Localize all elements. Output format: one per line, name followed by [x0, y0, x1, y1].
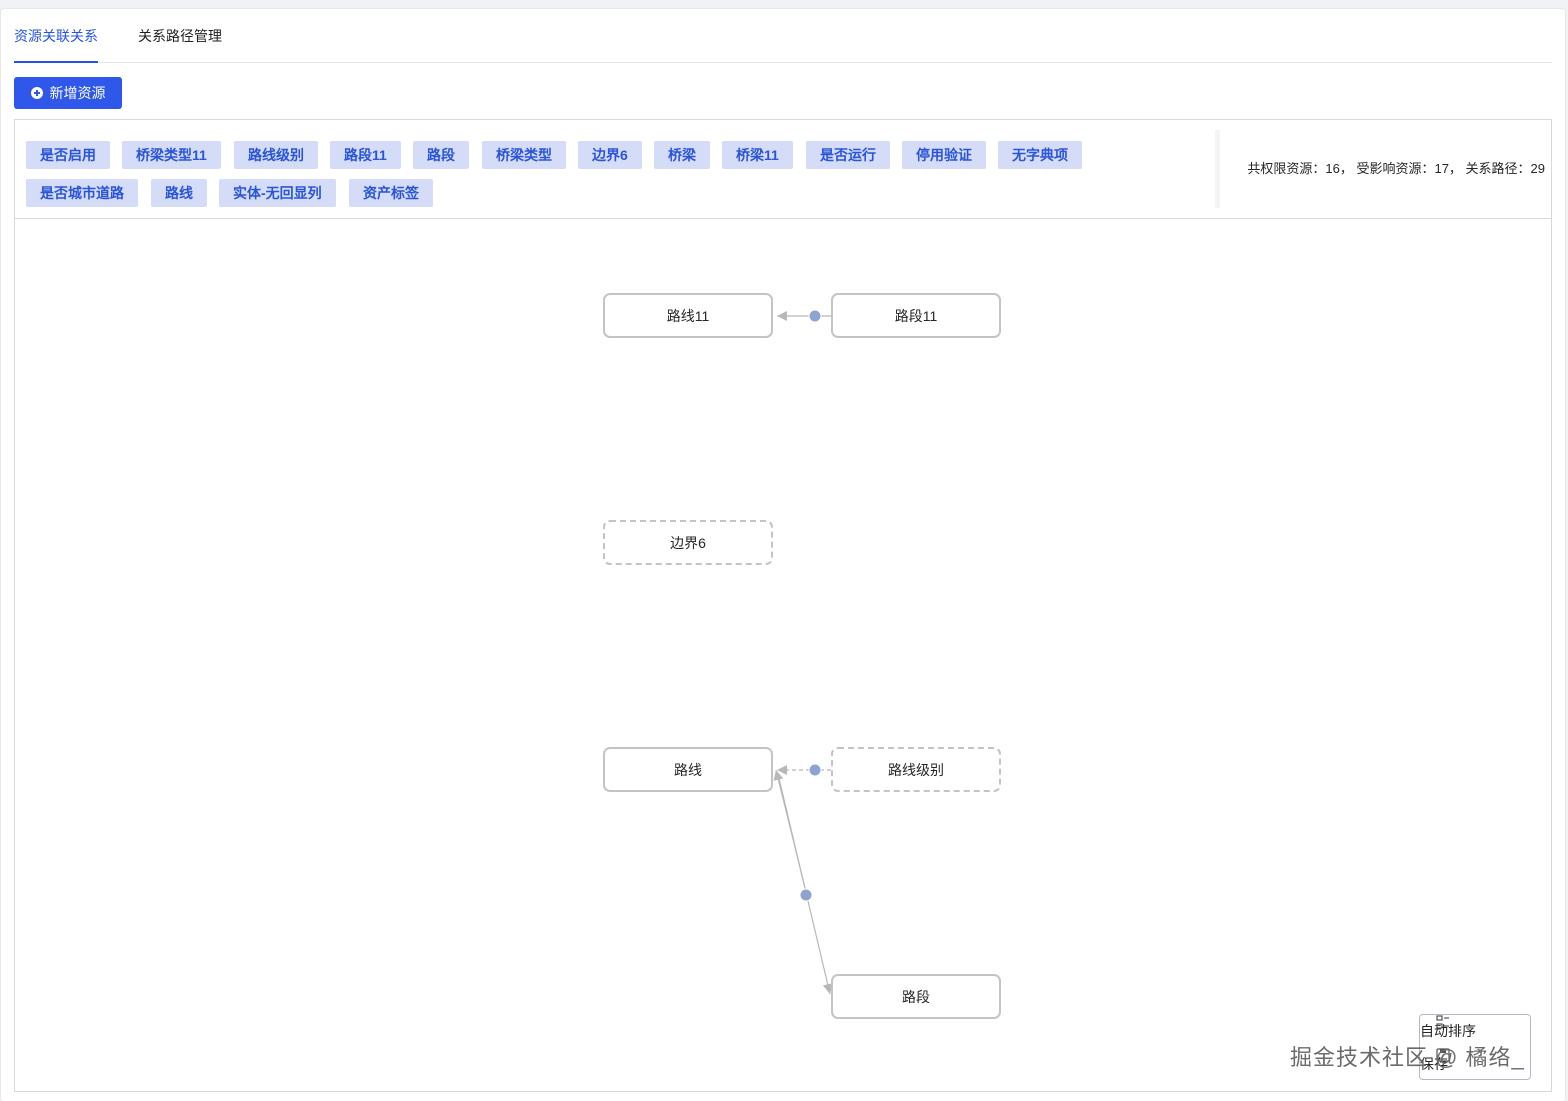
watermark-text: 掘金技术社区 @ 橘络_: [1290, 1045, 1525, 1070]
stats-divider: [1215, 130, 1220, 208]
relation-panel: 是否启用 桥梁类型11 路线级别 路段11 路段 桥梁类型 边界6 桥梁 桥梁1…: [14, 119, 1552, 1092]
edge-handle-icon[interactable]: [808, 309, 822, 323]
node-label: 路线: [674, 761, 702, 778]
stats-summary: 共权限资源：16， 受影响资源：17， 关系路径：29: [1247, 161, 1545, 176]
plus-circle-icon: [30, 87, 43, 99]
graph-node[interactable]: 路线级别: [831, 747, 1001, 792]
add-resource-label: 新增资源: [49, 85, 106, 101]
resource-tag[interactable]: 桥梁类型11: [122, 141, 221, 169]
resource-tag[interactable]: 路段: [413, 141, 469, 169]
resource-tag[interactable]: 无字典项: [998, 141, 1082, 169]
resource-tag[interactable]: 路线级别: [234, 141, 318, 169]
resource-tag[interactable]: 桥梁: [654, 141, 710, 169]
graph-node[interactable]: 路段11: [831, 293, 1001, 338]
node-label: 路段: [902, 988, 930, 1005]
resource-tag[interactable]: 是否城市道路: [26, 179, 138, 207]
tab-resource-relations[interactable]: 资源关联关系: [14, 22, 98, 63]
relation-graph-canvas[interactable]: 路线11 路段11 边界6 路线 路线级别 路段 自动排序 保存: [15, 218, 1551, 1091]
resource-tag[interactable]: 边界6: [578, 141, 642, 169]
graph-edge-arrow-back: [773, 769, 806, 889]
layout-icon: [1436, 1015, 1449, 1029]
add-resource-button[interactable]: 新增资源: [14, 77, 122, 109]
edge-handle-icon[interactable]: [808, 763, 822, 777]
graph-node[interactable]: 路线11: [603, 293, 773, 338]
resource-tag[interactable]: 是否启用: [26, 141, 110, 169]
graph-edges: [773, 309, 833, 995]
edge-handle-icon[interactable]: [799, 888, 813, 902]
resource-tag-bar: 是否启用 桥梁类型11 路线级别 路段11 路段 桥梁类型 边界6 桥梁 桥梁1…: [15, 120, 1551, 219]
node-label: 路线11: [666, 307, 710, 324]
resource-tag[interactable]: 桥梁类型: [482, 141, 566, 169]
resource-tag[interactable]: 停用验证: [902, 141, 986, 169]
graph-node[interactable]: 路线: [603, 747, 773, 792]
resource-tag[interactable]: 路线: [151, 179, 207, 207]
resource-tag[interactable]: 是否运行: [806, 141, 890, 169]
resource-tag[interactable]: 桥梁11: [722, 141, 793, 169]
resource-tag[interactable]: 实体-无回显列: [219, 179, 336, 207]
tab-path-management[interactable]: 关系路径管理: [138, 22, 222, 62]
node-label: 路段11: [894, 307, 938, 324]
tab-bar: 资源关联关系 关系路径管理: [14, 22, 1552, 63]
graph-node[interactable]: 路段: [831, 974, 1001, 1019]
resource-tag[interactable]: 路段11: [330, 141, 401, 169]
resource-tag[interactable]: 资产标签: [349, 179, 433, 207]
node-label: 路线级别: [888, 761, 944, 778]
node-label: 边界6: [670, 534, 706, 551]
graph-node[interactable]: 边界6: [603, 520, 773, 565]
